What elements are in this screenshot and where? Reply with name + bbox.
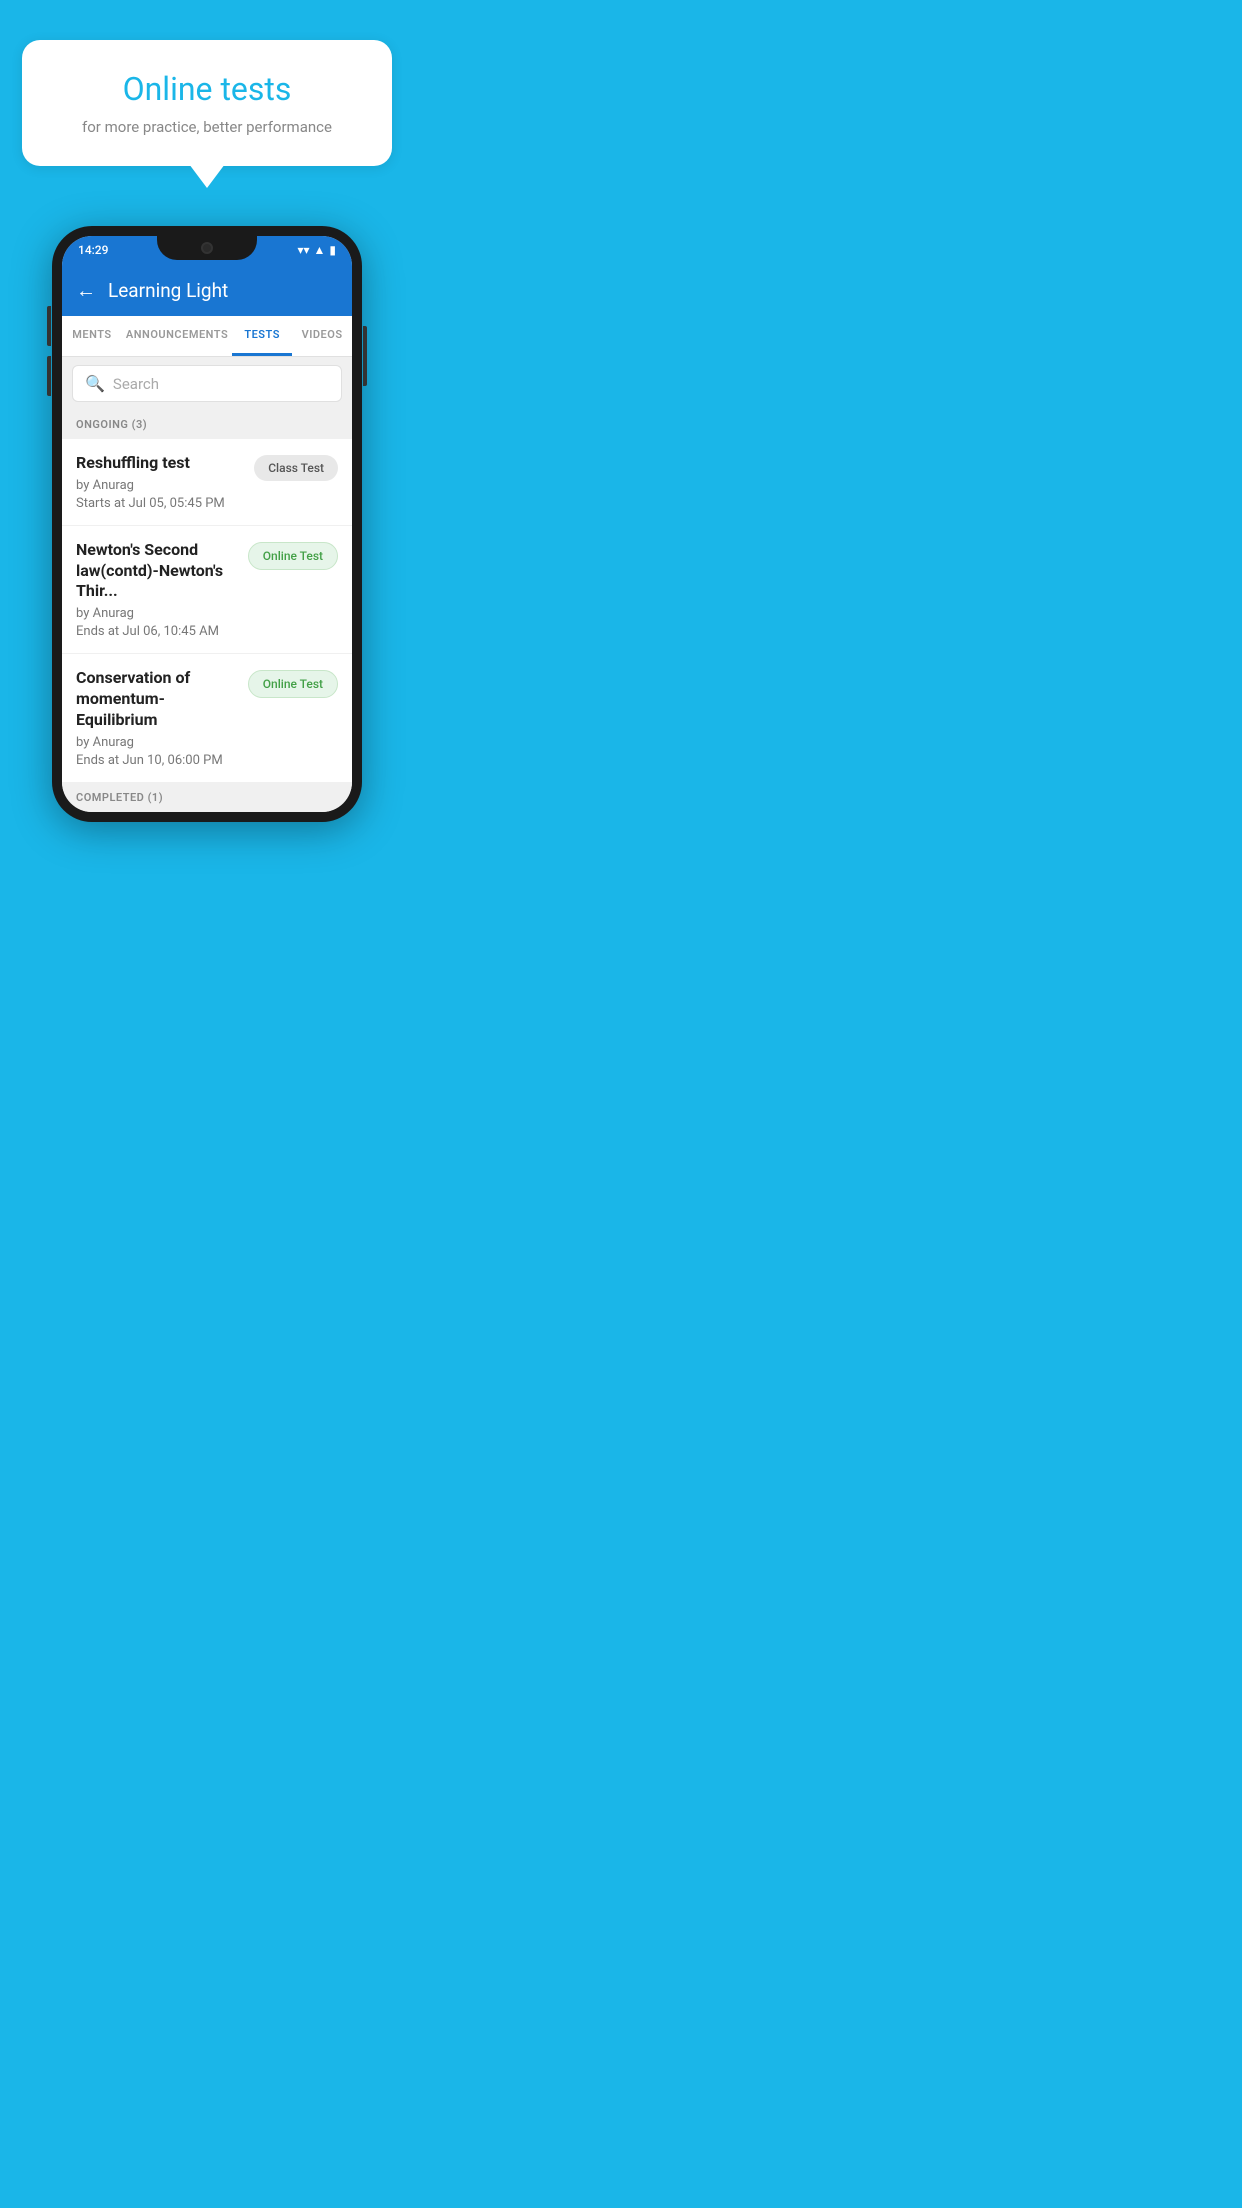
phone-notch bbox=[157, 236, 257, 260]
phone-device: 14:29 ▾▾ ▲ ▮ ← Learning Light MENTS ANNO… bbox=[52, 226, 362, 822]
test-date: Ends at Jul 06, 10:45 AM bbox=[76, 624, 238, 639]
completed-section-header: COMPLETED (1) bbox=[62, 783, 352, 812]
wifi-icon: ▾▾ bbox=[297, 243, 309, 257]
phone-screen: 14:29 ▾▾ ▲ ▮ ← Learning Light MENTS ANNO… bbox=[62, 236, 352, 812]
test-name: Reshuffling test bbox=[76, 453, 244, 474]
test-date: Ends at Jun 10, 06:00 PM bbox=[76, 753, 238, 768]
test-date: Starts at Jul 05, 05:45 PM bbox=[76, 496, 244, 511]
test-badge-online-2: Online Test bbox=[248, 670, 338, 698]
tabs-bar: MENTS ANNOUNCEMENTS TESTS VIDEOS bbox=[62, 316, 352, 357]
battery-icon: ▮ bbox=[329, 243, 336, 257]
bubble-title: Online tests bbox=[62, 70, 352, 108]
tab-tests[interactable]: TESTS bbox=[232, 316, 292, 356]
speech-bubble: Online tests for more practice, better p… bbox=[22, 40, 392, 166]
test-item[interactable]: Newton's Second law(contd)-Newton's Thir… bbox=[62, 526, 352, 654]
app-bar: ← Learning Light bbox=[62, 264, 352, 316]
test-info: Newton's Second law(contd)-Newton's Thir… bbox=[76, 540, 238, 639]
status-icons: ▾▾ ▲ ▮ bbox=[297, 243, 336, 257]
test-list: Reshuffling test by Anurag Starts at Jul… bbox=[62, 439, 352, 783]
test-name: Conservation of momentum-Equilibrium bbox=[76, 668, 238, 730]
tab-videos[interactable]: VIDEOS bbox=[292, 316, 352, 356]
test-info: Reshuffling test by Anurag Starts at Jul… bbox=[76, 453, 244, 511]
phone-camera bbox=[201, 242, 213, 254]
phone-btn-power bbox=[363, 326, 367, 386]
tab-announcements[interactable]: ANNOUNCEMENTS bbox=[122, 316, 232, 356]
app-bar-title: Learning Light bbox=[108, 279, 228, 302]
test-info: Conservation of momentum-Equilibrium by … bbox=[76, 668, 238, 767]
promo-section: Online tests for more practice, better p… bbox=[0, 0, 414, 176]
phone-btn-volume-up bbox=[47, 306, 51, 346]
test-by: by Anurag bbox=[76, 606, 238, 621]
test-item[interactable]: Conservation of momentum-Equilibrium by … bbox=[62, 654, 352, 782]
test-by: by Anurag bbox=[76, 735, 238, 750]
test-by: by Anurag bbox=[76, 478, 244, 493]
ongoing-section-header: ONGOING (3) bbox=[62, 410, 352, 439]
phone-btn-volume-down bbox=[47, 356, 51, 396]
test-badge-online: Online Test bbox=[248, 542, 338, 570]
bubble-subtitle: for more practice, better performance bbox=[62, 118, 352, 136]
search-placeholder: Search bbox=[113, 375, 159, 393]
test-item[interactable]: Reshuffling test by Anurag Starts at Jul… bbox=[62, 439, 352, 526]
status-time: 14:29 bbox=[78, 243, 108, 257]
test-name: Newton's Second law(contd)-Newton's Thir… bbox=[76, 540, 238, 602]
search-box[interactable]: 🔍 Search bbox=[72, 365, 342, 402]
test-badge-class: Class Test bbox=[254, 455, 338, 481]
signal-icon: ▲ bbox=[314, 243, 326, 257]
tab-ments[interactable]: MENTS bbox=[62, 316, 122, 356]
back-button[interactable]: ← bbox=[76, 278, 96, 303]
search-icon: 🔍 bbox=[85, 374, 105, 393]
search-container: 🔍 Search bbox=[62, 357, 352, 410]
